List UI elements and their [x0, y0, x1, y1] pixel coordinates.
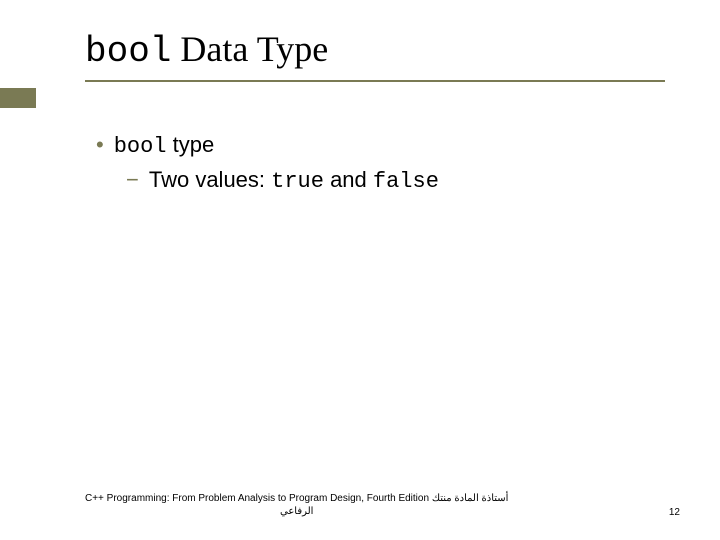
title-mono: bool: [85, 31, 171, 72]
title-serif: Data Type: [171, 29, 328, 69]
sub-mono2: false: [373, 169, 439, 194]
title-area: bool Data Type: [0, 0, 720, 72]
sub-mono1: true: [271, 169, 324, 194]
slide: bool Data Type • bool type − Two values:…: [0, 0, 720, 540]
sub-bullet: − Two values: true and false: [96, 163, 720, 198]
bullet-mono: bool: [114, 134, 167, 159]
page-number: 12: [669, 507, 680, 518]
slide-title: bool Data Type: [85, 28, 720, 72]
bullet-rest: type: [167, 132, 215, 157]
footer-book: C++ Programming: From Problem Analysis t…: [85, 493, 508, 504]
footer: C++ Programming: From Problem Analysis t…: [85, 492, 680, 518]
accent-bar: [0, 88, 36, 108]
sub-bullet-text: Two values: true and false: [149, 163, 439, 198]
bullet-main: • bool type: [96, 128, 720, 163]
sub-prefix: Two values:: [149, 167, 271, 192]
bullet-main-text: bool type: [114, 128, 215, 163]
sub-mid: and: [324, 167, 373, 192]
content-area: • bool type − Two values: true and false: [0, 82, 720, 198]
footer-arabic2: الرفاعي: [85, 505, 508, 518]
footer-left: C++ Programming: From Problem Analysis t…: [85, 492, 508, 518]
dash-icon: −: [126, 163, 139, 196]
bullet-dot-icon: •: [96, 128, 104, 161]
